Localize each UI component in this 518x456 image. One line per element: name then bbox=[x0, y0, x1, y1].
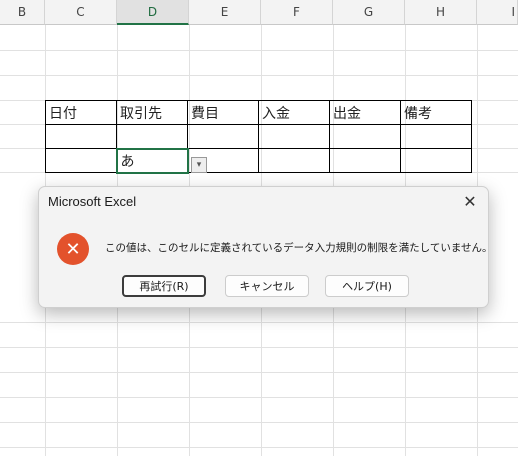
header-cell-expense[interactable]: 費目 bbox=[187, 100, 259, 125]
gridline bbox=[0, 422, 518, 423]
table-cell[interactable] bbox=[329, 148, 401, 173]
table-cell[interactable] bbox=[400, 124, 472, 149]
gridline bbox=[0, 397, 518, 398]
column-header-b[interactable]: B bbox=[0, 0, 45, 25]
column-header-d[interactable]: D bbox=[117, 0, 189, 25]
cancel-button[interactable]: キャンセル bbox=[225, 275, 309, 297]
table-cell[interactable] bbox=[400, 148, 472, 173]
ledger-table: 日付 取引先 費目 入金 出金 備考 あ bbox=[45, 100, 472, 174]
table-cell[interactable] bbox=[258, 124, 330, 149]
table-row: あ bbox=[45, 147, 472, 174]
gridline bbox=[0, 75, 518, 76]
close-icon[interactable]: ✕ bbox=[460, 191, 480, 211]
column-header-f[interactable]: F bbox=[261, 0, 333, 25]
gridline bbox=[0, 50, 518, 51]
table-cell[interactable] bbox=[258, 148, 330, 173]
dropdown-arrow-button[interactable]: ▾ bbox=[191, 157, 207, 173]
table-cell[interactable] bbox=[116, 124, 188, 149]
table-header-row: 日付 取引先 費目 入金 出金 備考 bbox=[45, 100, 472, 125]
header-cell-outgo[interactable]: 出金 bbox=[329, 100, 401, 125]
column-header-g[interactable]: G bbox=[333, 0, 405, 25]
column-header-h[interactable]: H bbox=[405, 0, 477, 25]
table-row bbox=[45, 124, 472, 149]
column-header-c[interactable]: C bbox=[45, 0, 117, 25]
table-cell[interactable] bbox=[45, 148, 117, 173]
gridline bbox=[0, 372, 518, 373]
column-header-e[interactable]: E bbox=[189, 0, 261, 25]
gridline bbox=[0, 322, 518, 323]
retry-button[interactable]: 再試行(R) bbox=[122, 275, 206, 297]
active-input-cell[interactable]: あ bbox=[115, 147, 189, 174]
gridline bbox=[0, 447, 518, 448]
help-button[interactable]: ヘルプ(H) bbox=[325, 275, 409, 297]
gridline bbox=[0, 347, 518, 348]
table-cell[interactable] bbox=[187, 124, 259, 149]
column-header-i[interactable]: I bbox=[477, 0, 518, 25]
header-cell-date[interactable]: 日付 bbox=[45, 100, 117, 125]
header-cell-income[interactable]: 入金 bbox=[258, 100, 330, 125]
error-dialog: Microsoft Excel ✕ ✕ この値は、このセルに定義されているデータ… bbox=[38, 186, 493, 308]
dialog-message: この値は、このセルに定義されているデータ入力規則の制限を満たしていません。 bbox=[105, 242, 493, 254]
error-icon: ✕ bbox=[57, 233, 89, 265]
header-cell-notes[interactable]: 備考 bbox=[400, 100, 472, 125]
table-cell[interactable] bbox=[329, 124, 401, 149]
table-cell[interactable] bbox=[45, 124, 117, 149]
dialog-title: Microsoft Excel bbox=[48, 194, 137, 209]
header-cell-client[interactable]: 取引先 bbox=[116, 100, 188, 125]
